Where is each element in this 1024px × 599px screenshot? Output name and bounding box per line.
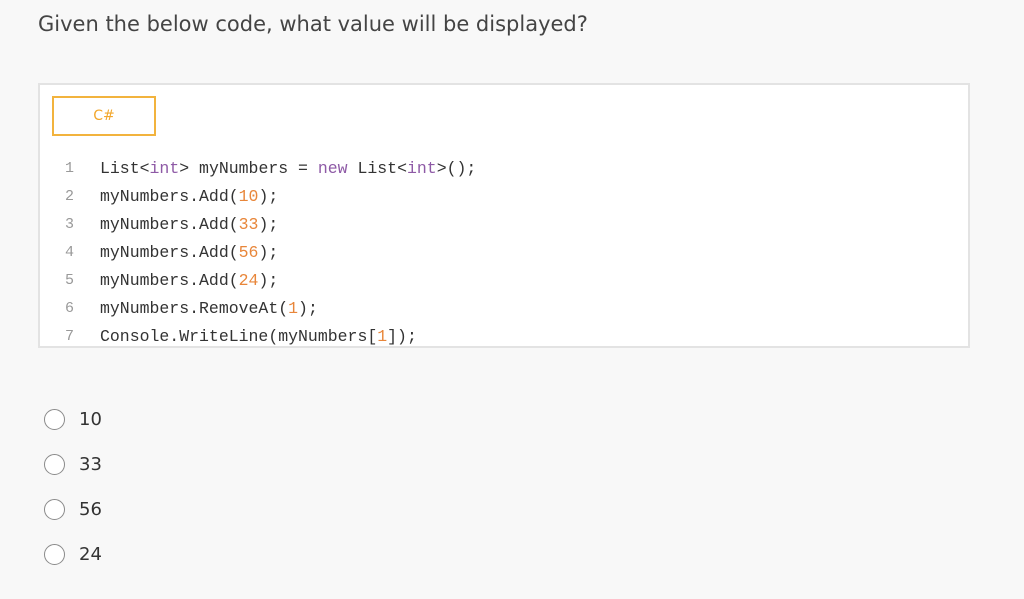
code-token: Console.WriteLine(myNumbers[ [100, 327, 378, 346]
code-line: 3 myNumbers.Add(33); [40, 211, 476, 239]
line-number: 2 [64, 188, 74, 205]
code-line: 4 myNumbers.Add(56); [40, 239, 476, 267]
answer-options: 10 33 56 24 [44, 397, 102, 577]
answer-label: 33 [79, 454, 102, 475]
code-line: 7 Console.WriteLine(myNumbers[1]); [40, 323, 476, 351]
code-token: int [407, 159, 437, 178]
code-source: List<int> myNumbers = new List<int>(); [74, 155, 476, 183]
radio-button[interactable] [44, 409, 65, 430]
code-token: 56 [238, 243, 259, 262]
code-token: myNumbers.Add( [100, 215, 239, 234]
radio-button[interactable] [44, 544, 65, 565]
code-lines: 1 List<int> myNumbers = new List<int>(); 2… [40, 155, 476, 351]
code-token: 1 [288, 299, 299, 318]
code-token: 33 [238, 215, 259, 234]
code-source: myNumbers.Add(10); [74, 183, 278, 211]
answer-label: 24 [79, 544, 102, 565]
code-token: ); [258, 215, 279, 234]
code-token: new [317, 159, 348, 178]
code-token: ); [258, 243, 279, 262]
code-source: Console.WriteLine(myNumbers[1]); [74, 323, 417, 351]
line-number: 4 [64, 244, 74, 261]
question-text: Given the below code, what value will be… [38, 12, 588, 36]
line-number: 5 [64, 272, 74, 289]
language-tab-csharp[interactable]: C# [52, 96, 156, 136]
code-token: >(); [436, 159, 477, 178]
line-number: 7 [64, 328, 74, 345]
code-token: List< [100, 159, 150, 178]
answer-option[interactable]: 33 [44, 442, 102, 487]
code-source: myNumbers.RemoveAt(1); [74, 295, 318, 323]
code-token: ); [298, 299, 318, 318]
code-token: > myNumbers = [179, 159, 318, 178]
code-line: 5 myNumbers.Add(24); [40, 267, 476, 295]
code-token: List< [347, 159, 407, 178]
code-token: 1 [377, 327, 388, 346]
code-source: myNumbers.Add(24); [74, 267, 278, 295]
code-token: ); [258, 187, 279, 206]
answer-label: 56 [79, 499, 102, 520]
code-source: myNumbers.Add(33); [74, 211, 278, 239]
code-token: 24 [238, 271, 259, 290]
answer-option[interactable]: 24 [44, 532, 102, 577]
code-line: 1 List<int> myNumbers = new List<int>(); [40, 155, 476, 183]
code-token: int [149, 159, 180, 178]
code-token: myNumbers.Add( [100, 187, 239, 206]
radio-button[interactable] [44, 454, 65, 475]
line-number: 3 [64, 216, 74, 233]
code-line: 2 myNumbers.Add(10); [40, 183, 476, 211]
line-number: 1 [64, 160, 74, 177]
code-source: myNumbers.Add(56); [74, 239, 278, 267]
code-block: C# 1 List<int> myNumbers = new List<int>(… [38, 83, 970, 348]
answer-option[interactable]: 56 [44, 487, 102, 532]
line-number: 6 [64, 300, 74, 317]
code-token: myNumbers.Add( [100, 243, 239, 262]
code-line: 6 myNumbers.RemoveAt(1); [40, 295, 476, 323]
code-token: myNumbers.RemoveAt( [100, 299, 289, 318]
answer-option[interactable]: 10 [44, 397, 102, 442]
answer-label: 10 [79, 409, 102, 430]
code-token: ); [258, 271, 279, 290]
radio-button[interactable] [44, 499, 65, 520]
code-token: 10 [238, 187, 259, 206]
code-token: ]); [387, 327, 417, 346]
code-token: myNumbers.Add( [100, 271, 239, 290]
